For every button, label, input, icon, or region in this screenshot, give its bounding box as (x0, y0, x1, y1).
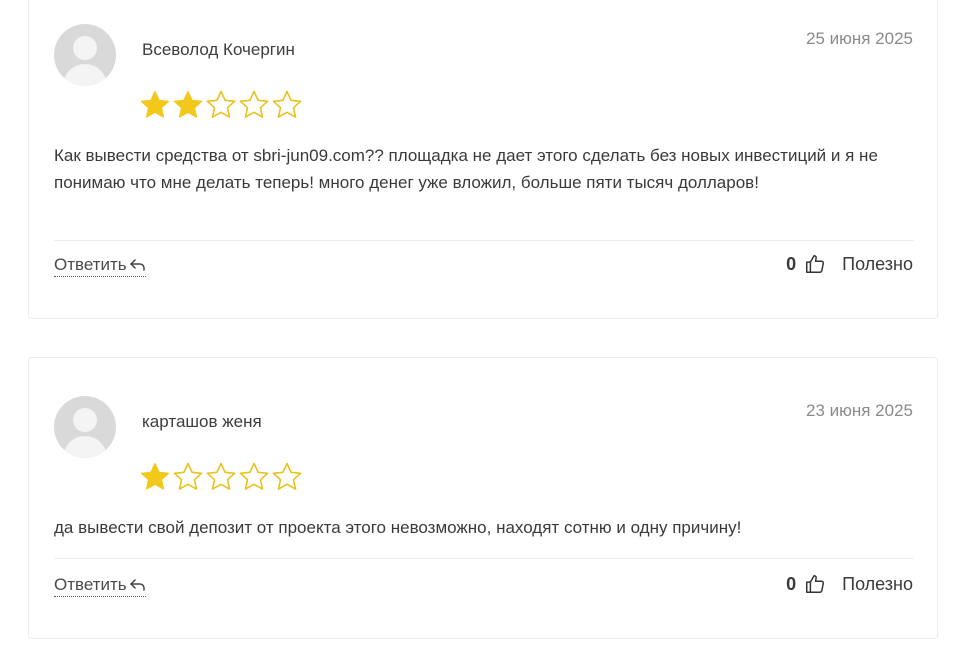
rating-stars (139, 461, 303, 493)
avatar (54, 24, 116, 86)
star-filled-icon (173, 90, 203, 118)
review-card: Всеволод Кочергин 25 июня 2025 Как вывес… (28, 0, 938, 319)
reviews-list: Всеволод Кочергин 25 июня 2025 Как вывес… (0, 0, 967, 671)
star-empty-icon (272, 90, 302, 118)
thumbs-up-icon[interactable] (804, 573, 826, 595)
helpful-area: 0 Полезно (786, 253, 913, 275)
review-date: 25 июня 2025 (805, 29, 913, 48)
review-author: карташов женя (142, 412, 262, 431)
user-placeholder-icon (73, 36, 97, 60)
review-text: да вывести свой депозит от проекта этого… (54, 518, 742, 537)
reply-label: Ответить (54, 575, 127, 594)
review-card: карташов женя 23 июня 2025 да вывести св… (28, 357, 938, 639)
avatar (54, 396, 116, 458)
star-empty-icon (239, 90, 269, 118)
star-filled-icon (140, 462, 170, 490)
review-text: Как вывести средства от sbri-jun09.com??… (54, 146, 878, 192)
helpful-label: Полезно (842, 253, 913, 274)
helpful-count: 0 (786, 253, 797, 274)
reply-button[interactable]: Ответить (54, 255, 146, 277)
review-date: 23 июня 2025 (805, 401, 913, 420)
star-empty-icon (239, 462, 269, 490)
star-empty-icon (206, 462, 236, 490)
star-filled-icon (140, 90, 170, 118)
review-author: Всеволод Кочергин (142, 40, 295, 59)
star-empty-icon (206, 90, 236, 118)
reply-arrow-icon (129, 259, 145, 271)
divider (54, 558, 914, 559)
reply-arrow-icon (129, 579, 145, 591)
helpful-area: 0 Полезно (786, 573, 913, 595)
rating-stars (139, 89, 303, 121)
star-empty-icon (173, 462, 203, 490)
reply-button[interactable]: Ответить (54, 575, 146, 597)
divider (54, 240, 914, 241)
user-placeholder-icon (73, 408, 97, 432)
reply-label: Ответить (54, 255, 127, 274)
thumbs-up-icon[interactable] (804, 253, 826, 275)
star-empty-icon (272, 462, 302, 490)
helpful-label: Полезно (842, 573, 913, 594)
helpful-count: 0 (786, 573, 797, 594)
